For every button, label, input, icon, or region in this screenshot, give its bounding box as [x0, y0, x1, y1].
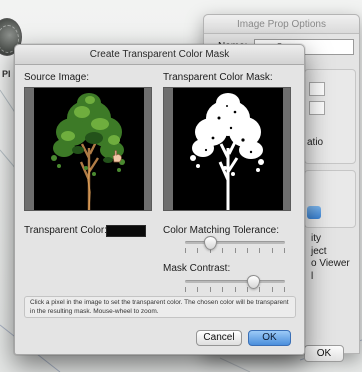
- width-field[interactable]: [309, 82, 325, 96]
- ok-button[interactable]: OK: [248, 330, 291, 346]
- source-image-view[interactable]: [24, 87, 152, 211]
- mask-image-view[interactable]: [163, 87, 291, 211]
- slider-tick: [234, 248, 236, 253]
- tree-mask-image: [190, 93, 264, 210]
- tolerance-label: Color Matching Tolerance:: [163, 225, 279, 236]
- slider-tick: [222, 287, 224, 292]
- slider-tick: [234, 287, 236, 292]
- slider-tick: [259, 287, 261, 292]
- source-image-label: Source Image:: [24, 72, 90, 83]
- transparent-color-swatch[interactable]: [106, 225, 146, 237]
- slider-tick: [284, 248, 285, 253]
- slider-tick: [185, 248, 186, 253]
- window-title: Image Prop Options: [204, 15, 359, 34]
- slider-tick: [271, 248, 273, 253]
- tolerance-slider-ticks: [185, 248, 285, 253]
- contrast-slider-track[interactable]: [185, 280, 285, 283]
- hint-text: Click a pixel in the image to set the tr…: [24, 296, 296, 318]
- option-label[interactable]: l: [311, 271, 313, 282]
- prop-ok-button[interactable]: OK: [304, 345, 344, 362]
- slider-tick: [222, 248, 224, 253]
- option-label[interactable]: ject: [311, 246, 327, 257]
- slider-tick: [271, 287, 273, 292]
- source-image[interactable]: [34, 88, 144, 210]
- mask-image: [173, 88, 283, 210]
- dimensions-group: [304, 69, 356, 164]
- option-label[interactable]: ity: [311, 233, 321, 244]
- tree-image: [51, 93, 125, 210]
- transparent-mask-dialog: Create Transparent Color Mask Source Ima…: [14, 44, 305, 355]
- slider-tick: [197, 248, 199, 253]
- slider-tick: [246, 248, 248, 253]
- ratio-label: atio: [307, 137, 324, 148]
- transparent-color-label: Transparent Color:: [24, 225, 107, 236]
- contrast-label: Mask Contrast:: [163, 263, 231, 274]
- color-button[interactable]: [307, 206, 321, 219]
- background-label: PI: [2, 69, 11, 79]
- slider-tick: [246, 287, 248, 292]
- tolerance-slider-track[interactable]: [185, 241, 285, 244]
- hand-cursor-icon: [112, 150, 122, 163]
- cancel-button[interactable]: Cancel: [196, 330, 242, 346]
- slider-tick: [259, 248, 261, 253]
- height-field[interactable]: [309, 101, 325, 115]
- option-label[interactable]: o Viewer: [311, 258, 350, 269]
- slider-tick: [209, 287, 211, 292]
- contrast-slider-ticks: [185, 287, 285, 292]
- mask-label: Transparent Color Mask:: [163, 72, 273, 83]
- options-group: [304, 170, 356, 228]
- slider-tick: [197, 287, 199, 292]
- slider-tick: [284, 287, 285, 292]
- slider-tick: [185, 287, 186, 292]
- dialog-title: Create Transparent Color Mask: [15, 45, 304, 65]
